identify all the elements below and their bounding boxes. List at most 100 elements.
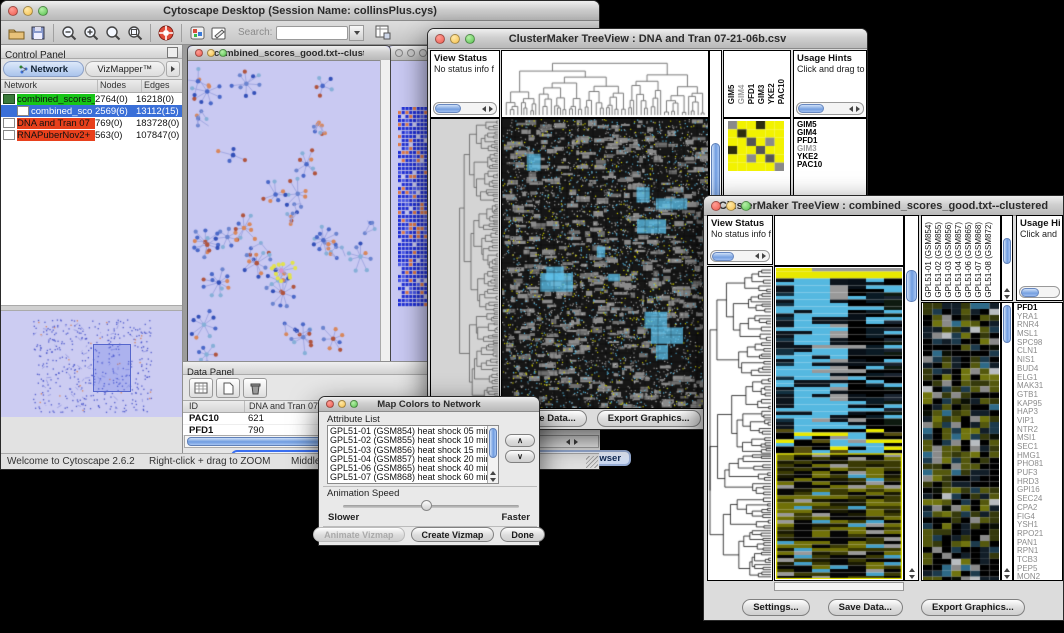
network-view-titlebar[interactable]: combined_scores_good.txt--cluste... xyxy=(188,46,390,61)
treeview2-titlebar[interactable]: ClusterMaker TreeView : combined_scores_… xyxy=(704,196,1063,216)
attribute-select-icon[interactable] xyxy=(189,378,213,398)
tv2-collabel-scrollbar[interactable] xyxy=(1001,215,1013,301)
tv2-save-data-button[interactable]: Save Data... xyxy=(828,599,903,616)
dialog-titlebar[interactable]: Map Colors to Network xyxy=(319,397,539,412)
close-icon[interactable] xyxy=(711,201,721,211)
network-list-row[interactable]: DNA and Tran 07769(0)183728(0) xyxy=(1,117,182,129)
search-dropdown-button[interactable] xyxy=(349,25,364,41)
zoom-in-icon[interactable] xyxy=(80,23,102,43)
scroll-left-icon[interactable] xyxy=(566,439,570,445)
delete-attribute-icon[interactable] xyxy=(243,378,267,398)
float-panel-icon[interactable] xyxy=(167,47,178,58)
tv2-gene-scrollbar[interactable] xyxy=(1001,302,1013,581)
annotation-icon[interactable] xyxy=(208,23,230,43)
slider-thumb[interactable] xyxy=(421,500,432,511)
node-count: 2764(0) xyxy=(95,94,136,105)
tv2-row-dendrogram[interactable] xyxy=(707,266,773,581)
zoom-fit-icon[interactable] xyxy=(102,23,124,43)
minimize-icon[interactable] xyxy=(407,49,415,57)
network-table-header: Network Nodes Edges xyxy=(1,79,182,93)
minimize-icon[interactable] xyxy=(450,34,460,44)
minimize-icon[interactable] xyxy=(207,49,215,57)
help-icon[interactable] xyxy=(155,23,177,43)
search-input[interactable] xyxy=(276,26,348,40)
close-icon[interactable] xyxy=(8,6,18,16)
create-vizmap-button[interactable]: Create Vizmap xyxy=(411,527,495,542)
attribute-listbox[interactable]: GPL51-01 (GSM854) heat shock 05 minGPL51… xyxy=(327,425,499,484)
tv2-hscrollbar[interactable] xyxy=(774,582,904,591)
overview-viewport[interactable] xyxy=(93,344,131,392)
network-view-window[interactable]: combined_scores_good.txt--cluste... xyxy=(187,45,391,369)
network-canvas[interactable] xyxy=(188,61,382,369)
tv2-main-heatmap[interactable] xyxy=(774,266,904,581)
window-controls xyxy=(8,1,48,20)
scroll-right-icon[interactable] xyxy=(574,439,578,445)
tab-overflow-button[interactable] xyxy=(166,61,180,77)
network-list-row[interactable]: combined_sco2569(6)13112(15) xyxy=(1,105,182,117)
close-icon[interactable] xyxy=(326,400,334,408)
gene-label: PFD1 xyxy=(1017,304,1062,313)
tv1-usage-hints: Usage Hints Click and drag to xyxy=(793,50,867,118)
gene-label: NTR2 xyxy=(1017,426,1062,435)
network-overview-panel[interactable] xyxy=(1,311,182,417)
close-icon[interactable] xyxy=(195,49,203,57)
tv2-export-graphics-button[interactable]: Export Graphics... xyxy=(921,599,1025,616)
tv2-column-dendrogram[interactable] xyxy=(774,215,904,266)
control-panel: Control Panel Network VizMapper™ Network… xyxy=(1,45,183,463)
tv1-zoom-heatmap[interactable] xyxy=(728,121,784,171)
minimize-icon[interactable] xyxy=(338,400,346,408)
tv1-row-dendrogram[interactable] xyxy=(430,118,500,409)
attribute-list-scrollbar[interactable] xyxy=(487,426,498,483)
heatmap-column-label: GPL51-01 (GSM854) xyxy=(925,222,933,298)
tv1-column-labels: GIM5GIM4PFD1GIM3YKE2PAC10 xyxy=(723,50,791,118)
zoom-window-icon[interactable] xyxy=(219,49,227,57)
tv2-zoom-heatmap[interactable] xyxy=(923,303,999,580)
heatmap-column-label: GPL51-07 (GSM868) xyxy=(975,222,983,298)
tv1-usage-scrollbar[interactable] xyxy=(796,102,864,115)
open-session-icon[interactable] xyxy=(5,23,27,43)
save-session-icon[interactable] xyxy=(27,23,49,43)
zoom-selected-icon[interactable] xyxy=(124,23,146,43)
minimize-icon[interactable] xyxy=(726,201,736,211)
treeview1-titlebar[interactable]: ClusterMaker TreeView : DNA and Tran 07-… xyxy=(428,29,867,49)
done-button[interactable]: Done xyxy=(500,527,545,542)
zoom-window-icon[interactable] xyxy=(419,49,427,57)
move-up-button[interactable]: ∧ xyxy=(505,434,535,447)
animate-vizmap-button[interactable]: Animate Vizmap xyxy=(313,527,404,542)
tv2-vscrollbar[interactable] xyxy=(904,215,919,581)
close-icon[interactable] xyxy=(435,34,445,44)
zoom-window-icon[interactable] xyxy=(350,400,358,408)
tv1-view-status: View Status No status info f xyxy=(430,50,500,118)
tv2-settings-button[interactable]: Settings... xyxy=(742,599,809,616)
zoom-window-icon[interactable] xyxy=(465,34,475,44)
gene-label: MSI1 xyxy=(1017,434,1062,443)
minimize-icon[interactable] xyxy=(23,6,33,16)
attribute-browser-icon[interactable] xyxy=(372,23,394,43)
network-vscrollbar[interactable] xyxy=(380,60,390,369)
tv2-status-scrollbar[interactable] xyxy=(710,250,770,262)
gene-label: HAP3 xyxy=(1017,408,1062,417)
tv2-usage-scrollbar[interactable] xyxy=(1019,286,1060,298)
main-titlebar[interactable]: Cytoscape Desktop (Session Name: collins… xyxy=(1,1,599,21)
resize-grip[interactable] xyxy=(586,456,598,468)
tv1-main-heatmap[interactable] xyxy=(501,118,709,409)
tv1-status-scrollbar[interactable] xyxy=(433,102,497,115)
tab-vizmapper[interactable]: VizMapper™ xyxy=(85,61,166,77)
new-attribute-icon[interactable] xyxy=(216,378,240,398)
gene-label: PAN1 xyxy=(1017,539,1062,548)
zoom-out-icon[interactable] xyxy=(58,23,80,43)
tv1-column-dendrogram[interactable] xyxy=(501,50,709,118)
speed-slider[interactable] xyxy=(343,505,519,508)
move-down-button[interactable]: ∨ xyxy=(505,450,535,463)
zoom-window-icon[interactable] xyxy=(38,6,48,16)
tab-network[interactable]: Network xyxy=(3,61,84,77)
tv1-export-graphics-button[interactable]: Export Graphics... xyxy=(597,410,701,427)
zoom-window-icon[interactable] xyxy=(741,201,751,211)
attribute-list-item[interactable]: GPL51-07 (GSM868) heat shock 60 min xyxy=(330,473,496,482)
heatmap-column-label: GPL51-08 (GSM872) xyxy=(985,222,993,298)
network-list-row[interactable]: combined_scores_2764(0)16218(0) xyxy=(1,93,182,105)
dense-cluster-canvas[interactable] xyxy=(398,107,428,307)
network-list-row[interactable]: RNAPuberNov2+563(0)107847(0) xyxy=(1,129,182,141)
close-icon[interactable] xyxy=(395,49,403,57)
vizmapper-icon[interactable] xyxy=(186,23,208,43)
